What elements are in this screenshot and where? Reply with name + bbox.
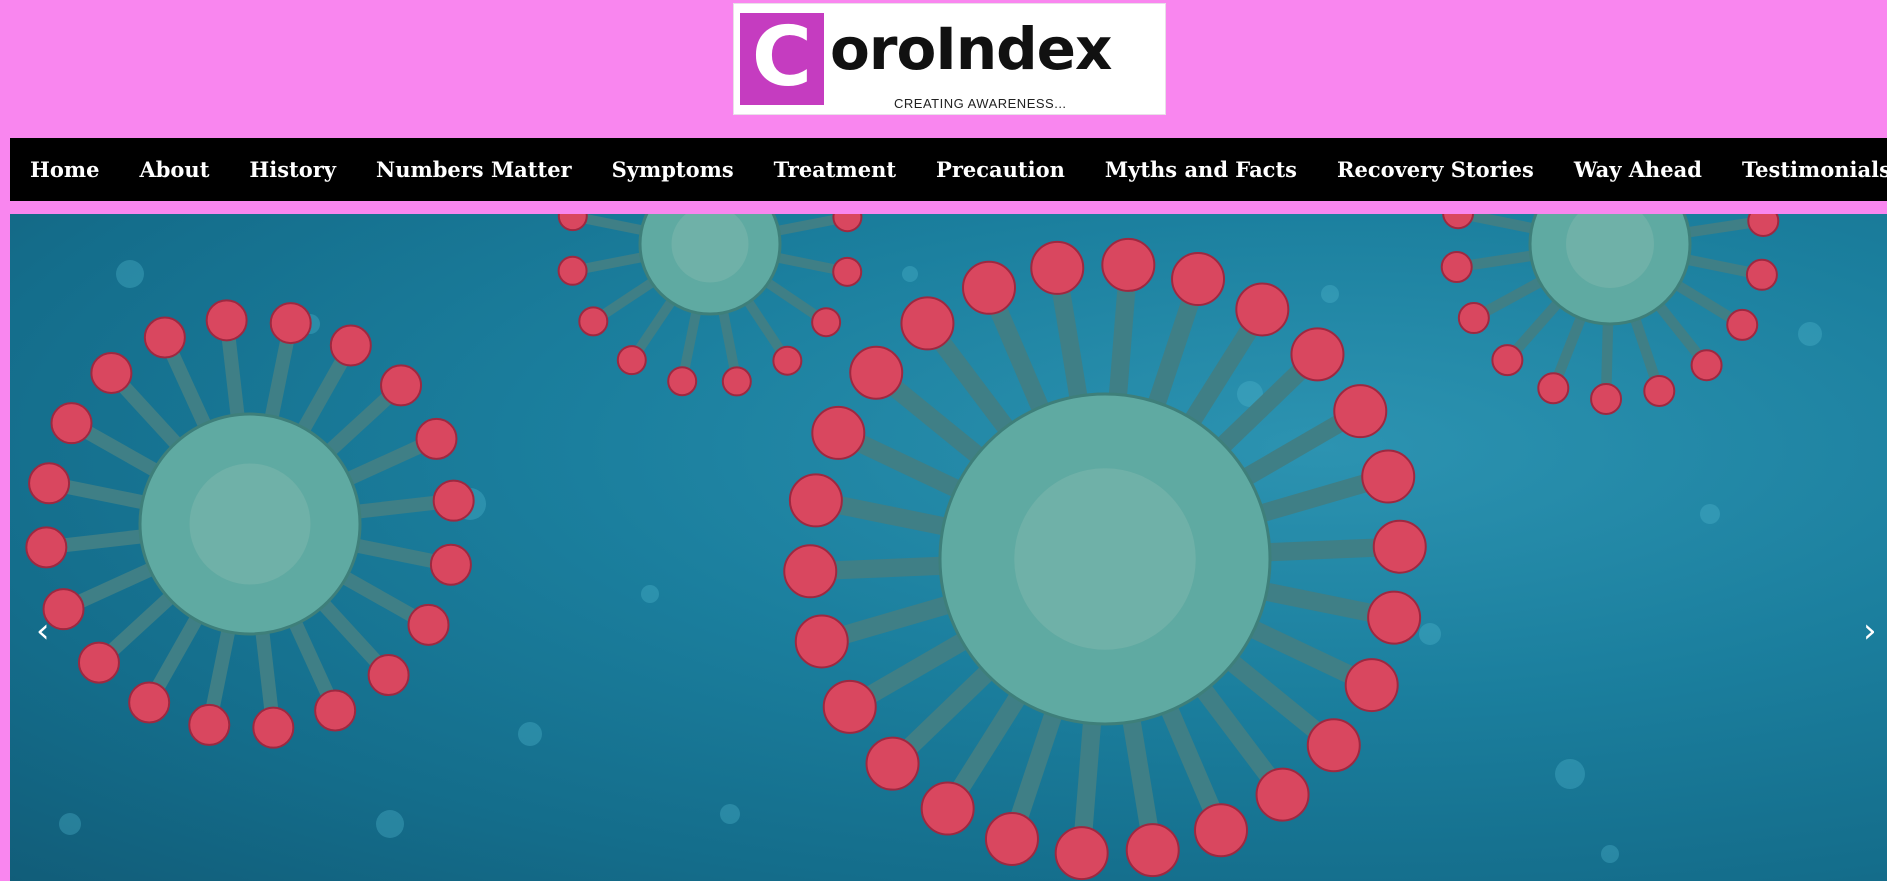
nav-item-history[interactable]: History	[249, 157, 336, 182]
nav-item-precaution[interactable]: Precaution	[936, 157, 1065, 182]
hero-carousel: ‹ ›	[10, 214, 1887, 881]
logo-mark-letter: C	[751, 10, 813, 105]
nav-item-home[interactable]: Home	[30, 157, 99, 182]
nav-item-testimonials[interactable]: Testimonials	[1742, 157, 1887, 182]
nav-item-myths-and-facts[interactable]: Myths and Facts	[1105, 157, 1297, 182]
logo-name: oroIndex	[830, 15, 1112, 83]
nav-item-numbers-matter[interactable]: Numbers Matter	[376, 157, 572, 182]
coronavirus-illustration	[25, 214, 1822, 881]
site-logo[interactable]: C oroIndex CREATING AWARENESS...	[733, 3, 1166, 115]
nav-item-recovery-stories[interactable]: Recovery Stories	[1337, 157, 1534, 182]
logo-mark: C	[740, 13, 824, 105]
nav-item-way-ahead[interactable]: Way Ahead	[1574, 157, 1702, 182]
chevron-right-icon[interactable]: ›	[1863, 614, 1877, 648]
virus-top-right	[1440, 214, 1780, 415]
logo-tagline: CREATING AWARENESS...	[894, 96, 1067, 111]
main-navigation: Home About History Numbers Matter Sympto…	[10, 138, 1887, 201]
nav-item-treatment[interactable]: Treatment	[774, 157, 896, 182]
virus-left	[25, 299, 475, 749]
virus-top-center	[557, 214, 863, 397]
virus-large	[783, 237, 1427, 881]
nav-item-symptoms[interactable]: Symptoms	[612, 157, 734, 182]
site-header: C oroIndex CREATING AWARENESS...	[0, 0, 1887, 137]
nav-item-about[interactable]: About	[139, 157, 209, 182]
chevron-left-icon[interactable]: ‹	[36, 614, 50, 648]
